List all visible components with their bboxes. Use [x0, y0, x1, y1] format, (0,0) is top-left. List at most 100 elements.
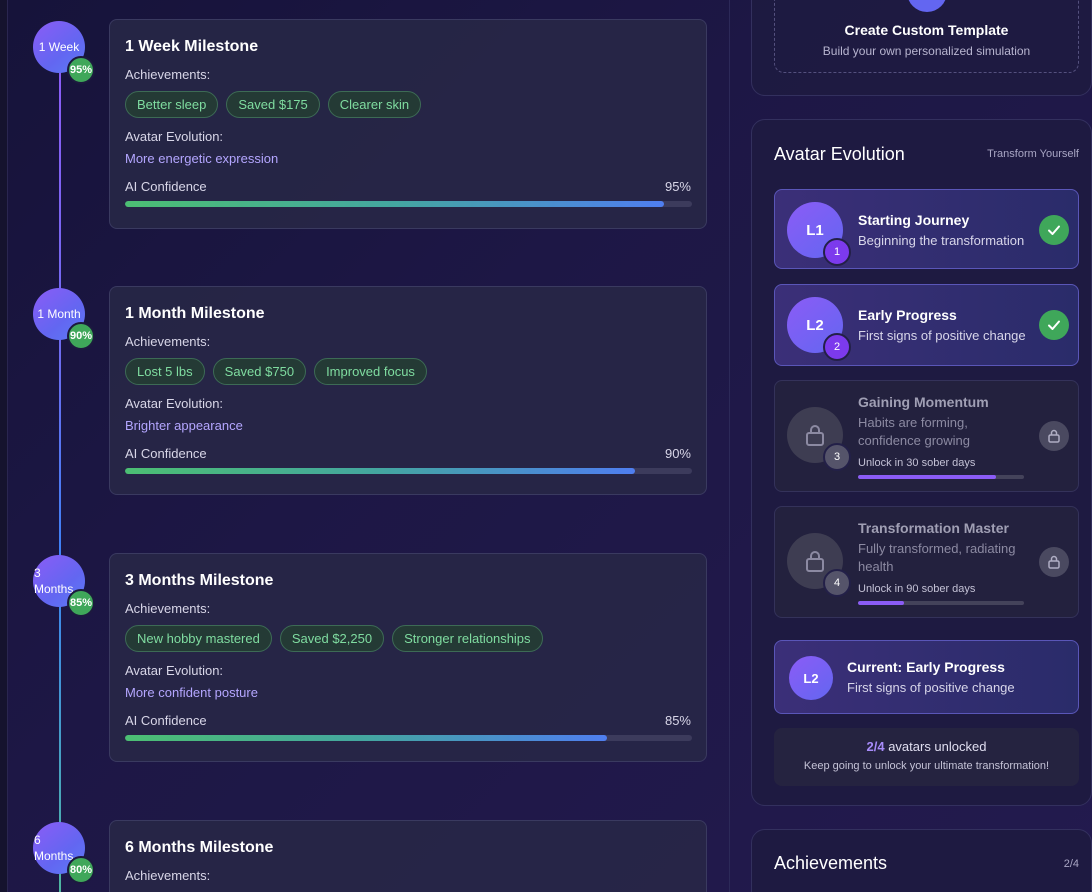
milestone-title: 3 Months Milestone: [125, 572, 274, 589]
achievements-label: Achievements:: [125, 334, 211, 349]
current-avatar-card: L2 Current: Early Progress First signs o…: [774, 640, 1079, 714]
achievement-tag: Lost 5 lbs: [125, 358, 205, 385]
confidence-bar-fill: [125, 201, 664, 207]
level-description: Habits are forming, confidence growing: [858, 415, 971, 448]
confidence-row: AI Confidence 95%: [125, 179, 691, 197]
confidence-value: 95%: [664, 179, 691, 194]
level-description: First signs of positive change: [858, 328, 1026, 343]
avatar-level-1[interactable]: L1 1 Starting Journey Beginning the tran…: [774, 189, 1079, 269]
panel-title: Avatar Evolution: [774, 144, 905, 164]
confidence-label: AI Confidence: [125, 446, 207, 461]
achievements-count: 2/4: [1063, 858, 1079, 870]
confidence-badge: 95%: [67, 56, 95, 84]
current-description: First signs of positive change: [847, 680, 1015, 695]
confidence-bar: [125, 468, 692, 474]
achievement-tag: New hobby mastered: [125, 625, 272, 652]
node-label: 1 Week: [38, 40, 80, 54]
confidence-label: AI Confidence: [125, 179, 207, 194]
avatar-evolution-label: Avatar Evolution:: [125, 129, 224, 144]
column-divider: [729, 0, 730, 892]
avatar-evolution-text: More energetic expression: [125, 151, 279, 166]
timeline-line: [59, 70, 61, 892]
achievement-tag: Saved $175: [226, 91, 320, 118]
level-title: Early Progress: [858, 307, 957, 323]
unlock-encouragement: Keep going to unlock your ultimate trans…: [803, 760, 1050, 772]
create-custom-template-button[interactable]: Create Custom Template Build your own pe…: [774, 0, 1079, 73]
confidence-value: 90%: [664, 446, 691, 461]
milestone-card-1-month: 1 Month Milestone Achievements: Lost 5 l…: [109, 286, 707, 495]
achievement-tags: Lost 5 lbs Saved $750 Improved focus: [125, 358, 691, 386]
unlock-requirement: Unlock in 90 sober days: [858, 583, 976, 595]
achievement-tags: New hobby mastered Saved $2,250 Stronger…: [125, 625, 691, 653]
node-label: 1 Month: [37, 307, 81, 321]
unlock-progress-bar: [858, 601, 1024, 605]
level-number-badge: 3: [823, 443, 851, 471]
node-label: 3 Months: [34, 566, 74, 596]
node-label: 6 Months: [34, 833, 74, 863]
achievement-tag: Saved $2,250: [279, 625, 385, 652]
avatar-evolution-label: Avatar Evolution:: [125, 663, 224, 678]
achievement-tag: Stronger relationships: [392, 625, 543, 652]
unlock-progress-fill: [858, 601, 905, 605]
confidence-label: AI Confidence: [125, 713, 207, 728]
achievements-label: Achievements:: [125, 601, 211, 616]
milestone-title: 6 Months Milestone: [125, 839, 274, 856]
add-template-icon: [907, 0, 947, 12]
unlock-count-value: 2/4: [866, 739, 885, 754]
unlock-count-suffix: avatars unlocked: [884, 739, 987, 754]
avatar-evolution-panel: Avatar Evolution Transform Yourself L1 1…: [751, 119, 1092, 806]
milestone-title: 1 Month Milestone: [125, 305, 265, 322]
level-title: Starting Journey: [858, 212, 970, 228]
template-title: Create Custom Template: [844, 22, 1009, 38]
lock-icon: [1039, 547, 1069, 577]
confidence-value: 85%: [664, 713, 691, 728]
avatar-evolution-text: Brighter appearance: [125, 418, 243, 433]
current-title: Current: Early Progress: [847, 659, 1005, 675]
check-icon: [1039, 215, 1069, 245]
check-icon: [1039, 310, 1069, 340]
achievements-label: Achievements:: [125, 67, 211, 82]
achievements-label: Achievements:: [125, 868, 211, 883]
panel-title: Achievements: [774, 853, 888, 873]
achievement-tag: Clearer skin: [327, 91, 422, 118]
avatar-level-4[interactable]: 4 Transformation Master Fully transforme…: [774, 506, 1079, 618]
unlock-progress-bar: [858, 475, 1024, 479]
avatar: L2: [789, 656, 833, 700]
level-number-badge: 2: [823, 333, 851, 361]
sidebar-edge: [0, 0, 8, 892]
confidence-bar: [125, 201, 692, 207]
unlock-requirement: Unlock in 30 sober days: [858, 457, 976, 469]
confidence-row: AI Confidence 85%: [125, 713, 691, 731]
lock-icon: [1039, 421, 1069, 451]
level-number-badge: 4: [823, 569, 851, 597]
avatar-level-3[interactable]: 3 Gaining Momentum Habits are forming, c…: [774, 380, 1079, 492]
level-description: Beginning the transformation: [858, 233, 1025, 248]
level-description: Fully transformed, radiating health: [858, 541, 1016, 574]
unlock-progress-fill: [858, 475, 996, 479]
avatar-evolution-text: More confident posture: [125, 685, 258, 700]
milestone-card-3-months: 3 Months Milestone Achievements: New hob…: [109, 553, 707, 762]
confidence-badge: 90%: [67, 322, 95, 350]
achievement-tag: Better sleep: [125, 91, 219, 118]
avatar-level-2[interactable]: L2 2 Early Progress First signs of posit…: [774, 284, 1079, 366]
avatar-evolution-label: Avatar Evolution:: [125, 396, 224, 411]
confidence-badge: 80%: [67, 856, 95, 884]
confidence-badge: 85%: [67, 589, 95, 617]
milestone-card-6-months: 6 Months Milestone Achievements:: [109, 820, 707, 892]
confidence-bar-fill: [125, 468, 636, 474]
unlock-count: 2/4 avatars unlocked: [774, 739, 1079, 754]
level-number-badge: 1: [823, 238, 851, 266]
confidence-bar: [125, 735, 692, 741]
panel-tag: Transform Yourself: [987, 148, 1079, 160]
unlock-summary: 2/4 avatars unlocked Keep going to unloc…: [774, 728, 1079, 786]
custom-template-panel: Create Custom Template Build your own pe…: [751, 0, 1092, 96]
template-subtitle: Build your own personalized simulation: [822, 44, 1031, 58]
milestone-title: 1 Week Milestone: [125, 38, 259, 55]
level-title: Transformation Master: [858, 520, 1009, 536]
achievements-panel: Achievements 2/4: [751, 829, 1092, 892]
level-title: Gaining Momentum: [858, 394, 989, 410]
achievement-tag: Saved $750: [212, 358, 307, 385]
confidence-row: AI Confidence 90%: [125, 446, 691, 464]
confidence-bar-fill: [125, 735, 607, 741]
milestone-card-1-week: 1 Week Milestone Achievements: Better sl…: [109, 19, 707, 229]
